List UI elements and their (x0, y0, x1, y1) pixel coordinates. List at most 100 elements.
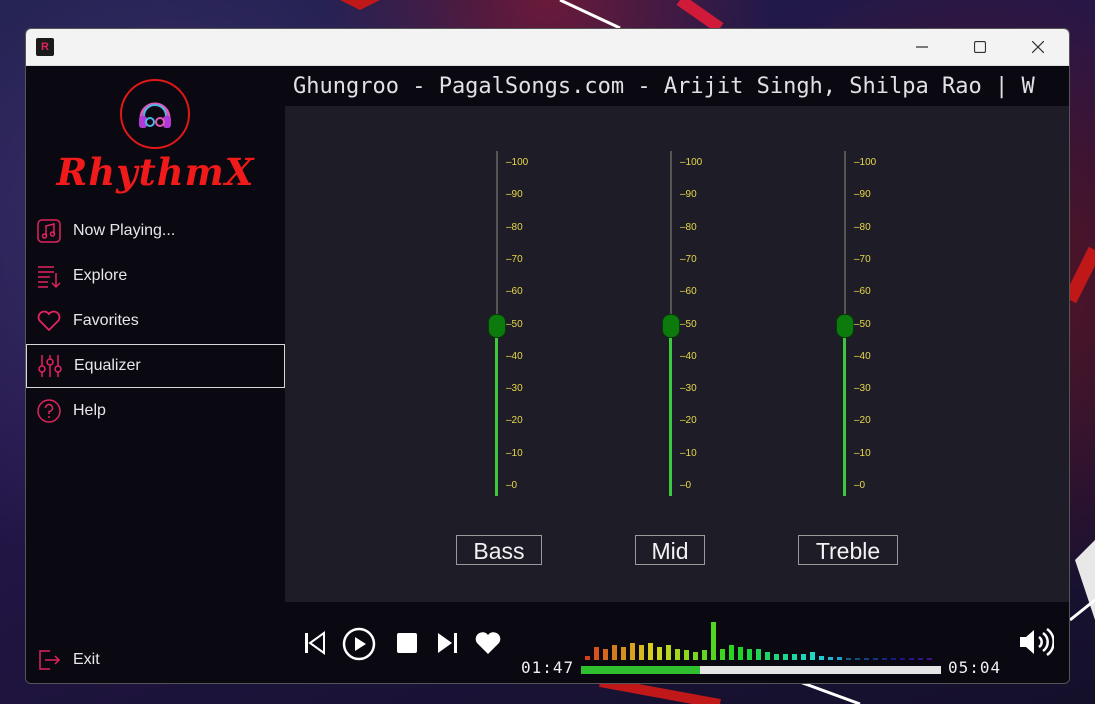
bass-slider[interactable]: –100 –90 –80 –70 –60 –50 –40 –30 –20 –10 –0 (472, 151, 592, 501)
exit-label: Exit (73, 651, 100, 668)
maximize-icon (974, 41, 986, 53)
visualizer-bar (774, 654, 779, 660)
mid-label: Mid (635, 535, 705, 565)
slider-tick-label: –30 (680, 383, 697, 395)
nav-help[interactable]: Help (26, 389, 285, 433)
minimize-button[interactable] (893, 29, 951, 65)
slider-thumb[interactable] (836, 313, 854, 338)
slider-tick-label: –90 (506, 189, 523, 201)
visualizer-bar (612, 645, 617, 660)
stop-icon (397, 633, 417, 653)
nav-equalizer[interactable]: Equalizer (26, 344, 285, 388)
slider-tick-label: –80 (854, 221, 871, 233)
slider-tick-label: –0 (680, 480, 692, 491)
slider-tick-label: –70 (854, 253, 871, 265)
slider-tick-label: –50 (680, 318, 697, 330)
next-button[interactable] (435, 629, 459, 657)
visualizer-bar (918, 658, 923, 660)
stop-button[interactable] (396, 629, 418, 657)
equalizer-icon (35, 351, 65, 381)
slider-tick-label: –10 (854, 447, 871, 459)
visualizer-bar (639, 645, 644, 660)
visualizer-bar (909, 658, 914, 660)
slider-tick-label: –10 (506, 447, 523, 459)
visualizer-bar (684, 650, 689, 660)
visualizer-bar (756, 649, 761, 660)
player-bar: 01:47 05:04 (285, 602, 1069, 683)
slider-tick-label: –0 (506, 480, 518, 491)
slider-fill (495, 324, 498, 496)
slider-tick-label: –90 (854, 189, 871, 201)
visualizer-bar (603, 649, 608, 660)
progress-fill (581, 666, 700, 674)
slider-tick-label: –10 (680, 447, 697, 459)
previous-icon (305, 631, 325, 655)
elapsed-time: 01:47 (521, 658, 575, 677)
nav-explore[interactable]: Explore (26, 254, 285, 298)
slider-tick-label: –80 (506, 221, 523, 233)
previous-button[interactable] (303, 629, 327, 657)
nav-favorites[interactable]: Favorites (26, 299, 285, 343)
visualizer-bar (657, 647, 662, 660)
slider-thumb[interactable] (488, 313, 506, 338)
headphones-icon (139, 102, 171, 128)
visualizer-bar (810, 652, 815, 660)
nav-label-help: Help (73, 402, 106, 419)
slider-tick-label: –70 (680, 253, 697, 265)
next-icon (438, 633, 457, 653)
slider-tick-label: –60 (680, 286, 697, 298)
visualizer-bar (747, 649, 752, 660)
volume-button[interactable] (1018, 626, 1054, 658)
close-icon (1032, 41, 1044, 53)
visualizer-bar (693, 652, 698, 660)
help-icon (34, 396, 64, 426)
visualizer-bar (765, 652, 770, 660)
visualizer-bar (882, 658, 887, 660)
heart-icon (34, 306, 64, 336)
visualizer-bar (630, 643, 635, 660)
sidebar: RhythmX Now Playing... Explore Favorites… (26, 66, 285, 683)
slider-tick-label: –50 (506, 318, 523, 330)
slider-tick-label: –90 (680, 189, 697, 201)
nav-label-equalizer: Equalizer (74, 357, 141, 374)
mid-slider[interactable]: –100 –90 –80 –70 –60 –50 –40 –30 –20 –10 –0 (646, 151, 766, 501)
logo (120, 79, 190, 149)
heart-filled-icon (475, 632, 501, 654)
visualizer-bar (648, 643, 653, 660)
logo-text: RhythmX (56, 150, 255, 194)
equalizer-panel: –100 –90 –80 –70 –60 –50 –40 –30 –20 –10 –0 –100 –9… (285, 106, 1069, 602)
visualizer-bar (828, 657, 833, 660)
app-window: R RhythmX Now Playing... Explore Favorit… (25, 28, 1070, 684)
maximize-button[interactable] (951, 29, 1009, 65)
exit-icon (34, 645, 64, 675)
nav-now-playing[interactable]: Now Playing... (26, 209, 285, 253)
slider-tick-label: –100 (854, 157, 877, 168)
minimize-icon (916, 46, 928, 48)
nav-label-explore: Explore (73, 267, 128, 284)
visualizer-bar (666, 645, 671, 660)
visualizer-bar (783, 654, 788, 660)
progress-bar[interactable] (581, 666, 941, 674)
visualizer-bar (711, 622, 716, 660)
close-button[interactable] (1009, 29, 1067, 65)
visualizer-bar (792, 654, 797, 660)
visualizer-bar (720, 649, 725, 660)
visualizer-bar (873, 658, 878, 660)
treble-slider[interactable]: –100 –90 –80 –70 –60 –50 –40 –30 –20 –10 –0 (820, 151, 940, 501)
slider-tick-label: –40 (506, 350, 523, 362)
slider-tick-label: –60 (506, 286, 523, 298)
favorite-button[interactable] (473, 629, 503, 657)
slider-tick-label: –40 (854, 350, 871, 362)
visualizer-bar (585, 656, 590, 660)
exit-button[interactable]: Exit (26, 638, 285, 682)
visualizer-bar (900, 658, 905, 660)
play-button[interactable] (342, 627, 376, 661)
visualizer-bar (675, 649, 680, 660)
app-icon: R (36, 38, 54, 56)
slider-thumb[interactable] (662, 313, 680, 338)
visualizer-bar (729, 645, 734, 660)
slider-fill (843, 324, 846, 496)
visualizer-bar (702, 650, 707, 660)
bass-label: Bass (456, 535, 542, 565)
audio-visualizer (585, 602, 945, 662)
